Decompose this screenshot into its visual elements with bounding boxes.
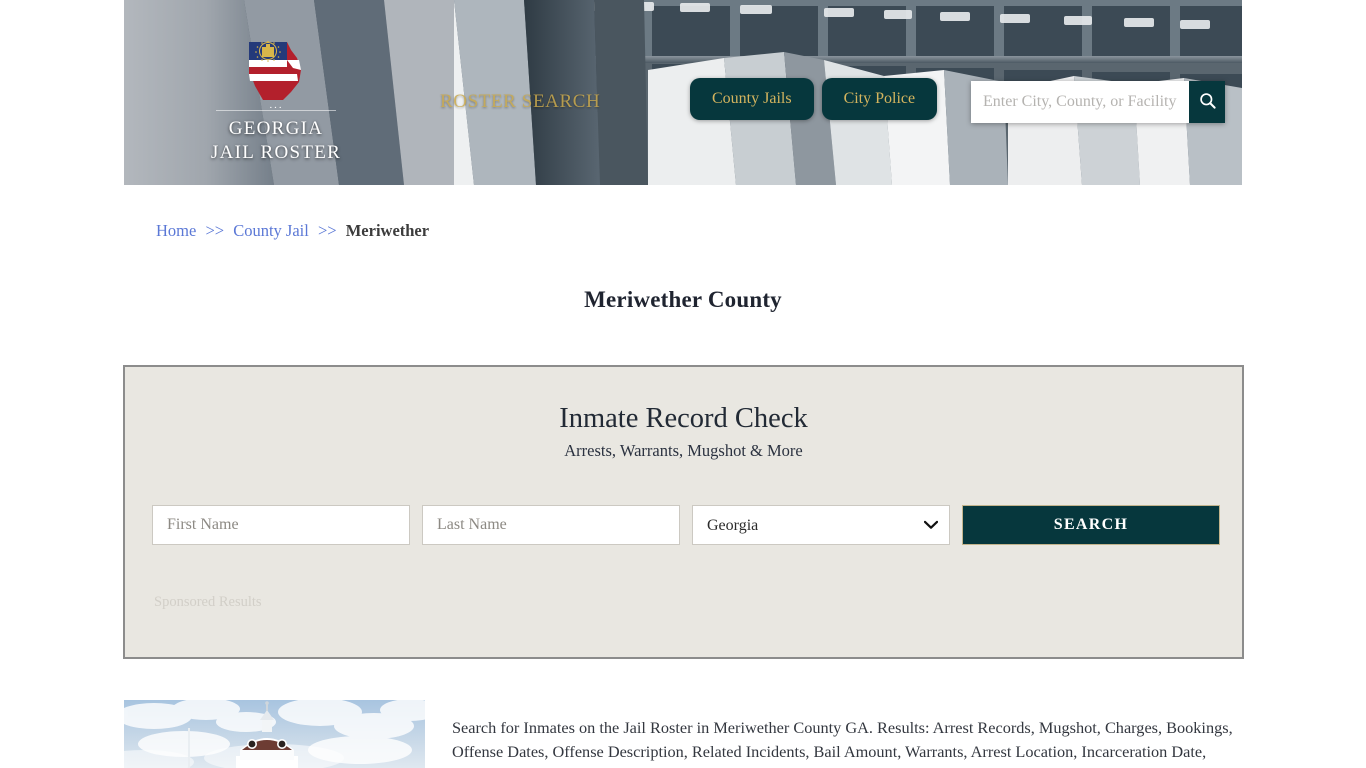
record-search-form: Georgia SEARCH <box>152 505 1220 545</box>
logo-line-2: JAIL ROSTER <box>210 141 342 163</box>
page-title: Meriwether County <box>584 287 782 313</box>
sponsored-results-label: Sponsored Results <box>154 594 262 610</box>
georgia-state-icon <box>241 40 311 102</box>
hero-banner: GEORGIA JAIL ROSTER ROSTER SEARCH County… <box>124 0 1242 185</box>
breadcrumb: Home >> County Jail >> Meriwether <box>156 221 429 241</box>
panel-title: Inmate Record Check <box>559 403 808 434</box>
first-name-input[interactable] <box>152 505 410 545</box>
logo-text: GEORGIA JAIL ROSTER <box>186 117 366 165</box>
breadcrumb-separator-2: >> <box>317 221 337 240</box>
panel-subtitle: Arrests, Warrants, Mugshot & More <box>564 441 803 460</box>
inmate-record-check-panel: Inmate Record Check Arrests, Warrants, M… <box>123 365 1244 659</box>
state-select-wrapper: Georgia <box>692 505 950 545</box>
logo-divider <box>216 110 336 111</box>
header-nav: County Jails City Police <box>690 78 938 120</box>
search-icon <box>1198 91 1217 113</box>
breadcrumb-item-current: Meriwether <box>345 221 430 240</box>
breadcrumb-item-county-jail[interactable]: County Jail <box>233 221 309 240</box>
last-name-input[interactable] <box>422 505 680 545</box>
header-search-input[interactable] <box>971 81 1189 123</box>
breadcrumb-separator: >> <box>205 221 225 240</box>
nav-county-jails[interactable]: County Jails <box>690 78 814 120</box>
logo-line-1: GEORGIA <box>228 118 324 139</box>
header-search-button[interactable] <box>1189 81 1225 123</box>
breadcrumb-item-home[interactable]: Home <box>156 221 196 240</box>
site-logo[interactable]: GEORGIA JAIL ROSTER <box>186 40 366 165</box>
state-select[interactable]: Georgia <box>692 505 950 545</box>
header-search <box>971 81 1225 123</box>
courthouse-thumbnail[interactable] <box>124 700 425 768</box>
page-description: Search for Inmates on the Jail Roster in… <box>452 718 1233 768</box>
record-search-button[interactable]: SEARCH <box>962 505 1220 545</box>
page-root: GEORGIA JAIL ROSTER ROSTER SEARCH County… <box>0 0 1366 768</box>
nav-city-police[interactable]: City Police <box>821 78 938 120</box>
roster-search-overlay-text: ROSTER SEARCH <box>440 91 601 112</box>
